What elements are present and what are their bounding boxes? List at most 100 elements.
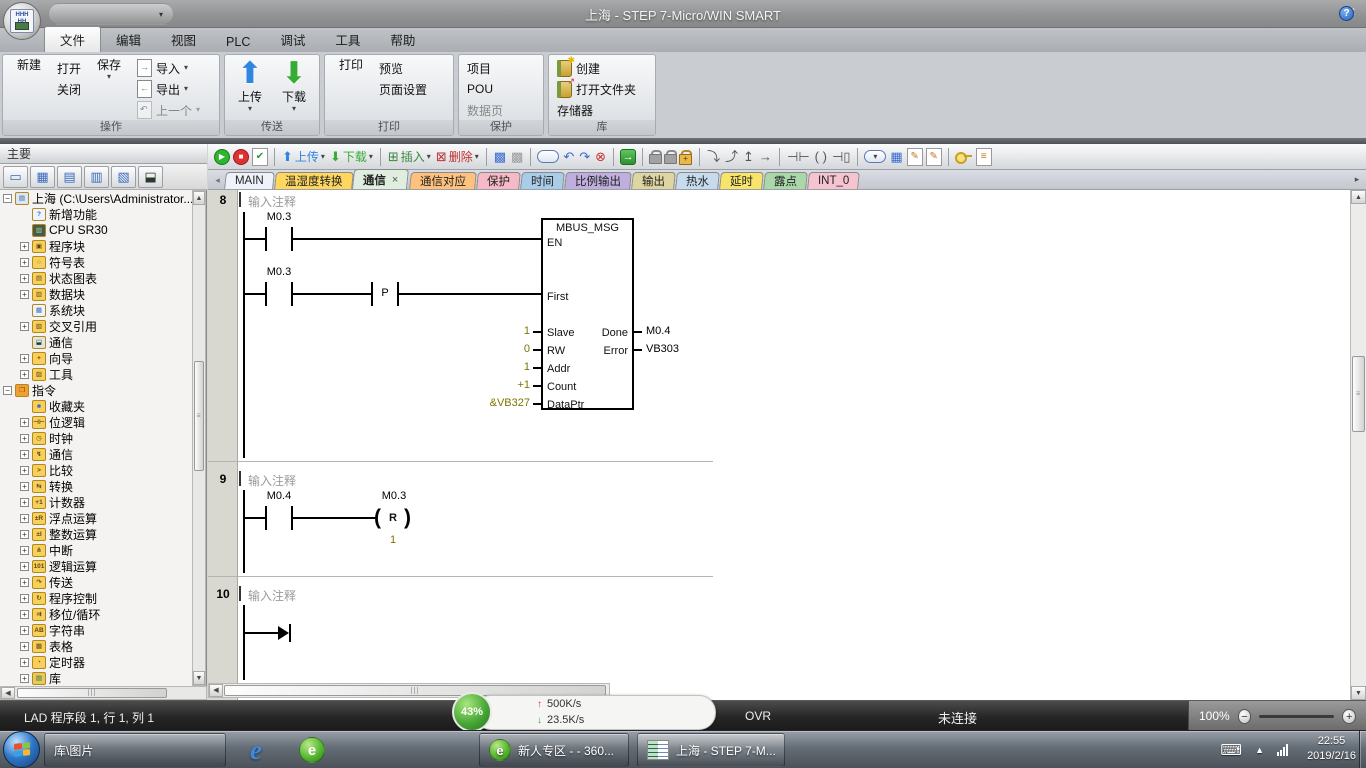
app-icon[interactable]: HHHHH — [3, 2, 41, 40]
taskbar-button-360[interactable]: e 新人专区 - - 360... — [479, 733, 629, 767]
print-button[interactable]: 打印 — [328, 57, 374, 72]
tree-item[interactable]: + ⋔ 中断 — [0, 542, 192, 558]
tree-item[interactable]: + ▥ 数据块 — [0, 286, 192, 302]
tree-item[interactable]: + ▣ 程序块 — [0, 238, 192, 254]
tree-item[interactable]: − ▤ 上海 (C:\Users\Administrator... — [0, 190, 192, 206]
tree-item[interactable]: − ❒ 指令 — [0, 382, 192, 398]
tree-item[interactable]: ■ 收藏夹 — [0, 398, 192, 414]
contact-icon[interactable]: ⊣⊢ — [786, 147, 811, 167]
document-icon[interactable] — [358, 736, 386, 764]
previous-button[interactable]: ↶上一个▾ — [134, 100, 203, 120]
tree-toggle[interactable]: + — [20, 418, 29, 427]
run-button[interactable]: ▶ — [214, 149, 230, 165]
properties-icon[interactable]: ≡ — [976, 148, 992, 166]
download-button[interactable]: ⬇ 下载▾ — [272, 57, 316, 112]
page-setup-button[interactable]: 页面设置 — [376, 79, 430, 99]
scroll-up-icon[interactable]: ▲ — [193, 191, 205, 205]
editor-tab[interactable]: 时间 — [520, 172, 565, 189]
scroll-down-icon[interactable]: ▼ — [1351, 686, 1366, 700]
pou-gray-icon[interactable]: ▩ — [510, 147, 524, 167]
tree-item[interactable]: ? 新增功能 — [0, 206, 192, 222]
editor-tab[interactable]: 保护 — [476, 172, 521, 189]
program-view-icon[interactable]: ▤ — [57, 166, 82, 188]
ladder-canvas[interactable]: 8 输入注释 M0.3 M0.3 P — [208, 190, 1366, 700]
coil-operand[interactable]: 1 — [378, 534, 408, 546]
editor-tab[interactable]: 露点 — [763, 172, 808, 189]
network-comment[interactable]: 输入注释 — [248, 472, 296, 489]
tree-item[interactable]: + ⊣⊢ 位逻辑 — [0, 414, 192, 430]
lock-icon[interactable] — [649, 149, 661, 165]
browser-360-icon[interactable]: e — [298, 736, 326, 764]
pin-operand[interactable]: M0.4 — [646, 325, 670, 337]
scrollbar-thumb[interactable]: ||| — [17, 688, 167, 698]
tree-toggle[interactable]: + — [20, 642, 29, 651]
scrollbar-thumb[interactable]: ≡ — [194, 361, 204, 471]
tab-close-icon[interactable]: × — [392, 174, 398, 186]
pin-value[interactable]: 1 — [446, 325, 530, 337]
tree-item[interactable]: + ▤ 库 — [0, 670, 192, 686]
pin-operand[interactable]: VB303 — [646, 343, 679, 355]
contact-label[interactable]: M0.3 — [249, 211, 309, 223]
contact-label[interactable]: M0.3 — [249, 266, 309, 278]
editor-tab[interactable]: MAIN — [224, 172, 275, 189]
menu-tab[interactable]: 视图 — [156, 27, 211, 52]
tree-item[interactable]: + ↷ 传送 — [0, 574, 192, 590]
chart-view-icon[interactable]: ▧ — [111, 166, 136, 188]
pin-value[interactable]: +1 — [446, 379, 530, 391]
lock-alt-icon[interactable] — [664, 149, 676, 165]
upload-button[interactable]: ⬆ 上传▾ — [228, 57, 272, 112]
tree-item[interactable]: + ✦ 向导 — [0, 350, 192, 366]
coil-icon[interactable]: ( ) — [814, 147, 828, 167]
tree-toggle[interactable]: + — [20, 354, 29, 363]
internet-explorer-icon[interactable]: e — [242, 736, 270, 764]
document-icon[interactable] — [420, 736, 448, 764]
contact-label[interactable]: M0.4 — [249, 490, 309, 502]
pin-value[interactable]: &VB327 — [446, 397, 530, 409]
tree-item[interactable]: + > 比较 — [0, 462, 192, 478]
box-instruction-icon[interactable]: ⊣▯ — [831, 147, 851, 167]
tree-vertical-scrollbar[interactable]: ▲ ≡ ▼ — [192, 190, 206, 686]
protect-project-button[interactable]: 项目 — [464, 58, 506, 78]
editor-tab[interactable]: INT_0 — [807, 172, 860, 189]
table-view-icon[interactable]: ▦ — [30, 166, 55, 188]
tree-item[interactable]: + ◷ 时钟 — [0, 430, 192, 446]
editor-tab[interactable]: 通信× — [352, 169, 410, 189]
tree-item[interactable]: + AB 字符串 — [0, 622, 192, 638]
mbus-msg-block[interactable]: MBUS_MSG EN First Slave RW Addr Count Da… — [541, 218, 634, 410]
scroll-down-icon[interactable]: ▼ — [193, 671, 205, 685]
delete-button[interactable]: ⊠删除▾ — [435, 147, 480, 167]
edit-symbols-icon[interactable]: ✎ — [907, 148, 923, 166]
tree-toggle[interactable]: + — [20, 370, 29, 379]
download-button[interactable]: ⬇下载▾ — [329, 147, 374, 167]
tree-item[interactable]: ▥ CPU SR30 — [0, 222, 192, 238]
edit-addresses-icon[interactable]: ✎ — [926, 148, 942, 166]
protect-data-page-button[interactable]: 数据页 — [464, 100, 506, 120]
export-button[interactable]: ←导出▾ — [134, 79, 203, 99]
data-view-icon[interactable]: ▥ — [84, 166, 109, 188]
tree-item[interactable]: + ⇉ 移位/循环 — [0, 606, 192, 622]
branch-down-icon[interactable]: ⤵ — [706, 147, 721, 167]
tree-toggle[interactable]: − — [3, 386, 12, 395]
tree-item[interactable]: + +1 计数器 — [0, 494, 192, 510]
editor-tab[interactable]: 输出 — [631, 172, 676, 189]
redo-icon[interactable]: ↷ — [578, 147, 591, 167]
line-right-icon[interactable]: → — [758, 147, 773, 167]
tree-toggle[interactable]: + — [20, 242, 29, 251]
scroll-left-icon[interactable]: ◀ — [1, 687, 15, 699]
tree-item[interactable]: + ↻ 程序控制 — [0, 590, 192, 606]
tree-item[interactable]: + ±I 整数运算 — [0, 526, 192, 542]
contact[interactable] — [265, 506, 267, 530]
tree-item[interactable]: ▦ 系统块 — [0, 302, 192, 318]
menu-tab[interactable]: 工具 — [320, 27, 375, 52]
taskbar-button-photos[interactable]: 库\图片 — [44, 733, 226, 767]
tree-toggle[interactable]: + — [20, 482, 29, 491]
new-button[interactable]: 新建 — [6, 57, 52, 72]
show-desktop-button[interactable] — [1359, 731, 1366, 768]
tree-item[interactable]: + ◔ 定时器 — [0, 654, 192, 670]
tree-item[interactable]: + ↯ 通信 — [0, 446, 192, 462]
upload-button[interactable]: ⬆上传▾ — [281, 147, 326, 167]
speed-widget[interactable]: ↑500K/s ↓23.5K/s 43% — [452, 692, 722, 732]
menu-tab[interactable]: 帮助 — [375, 27, 430, 52]
tree-toggle[interactable]: − — [3, 194, 12, 203]
tree-item[interactable]: + 101 逻辑运算 — [0, 558, 192, 574]
